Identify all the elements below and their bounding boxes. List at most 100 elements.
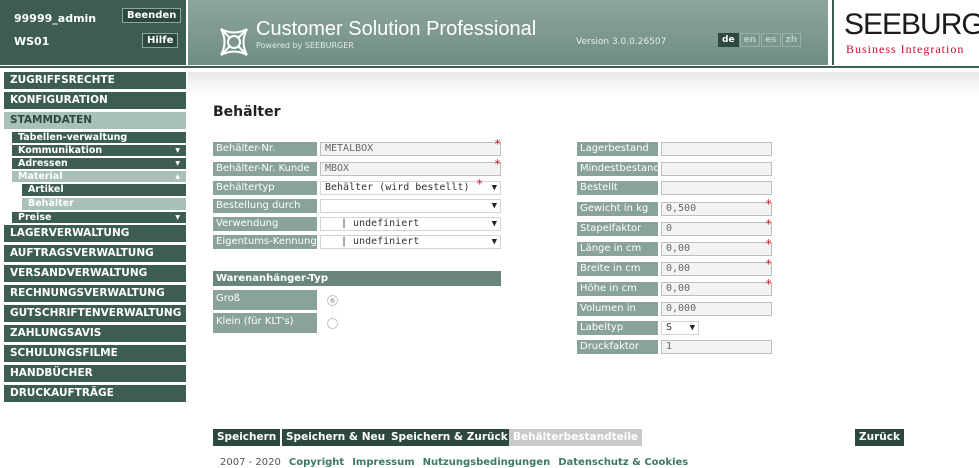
- lagerbestand-field[interactable]: [661, 142, 772, 156]
- link-copyright[interactable]: Copyright: [289, 457, 344, 468]
- help-button[interactable]: Hilfe: [142, 33, 179, 48]
- breite-field[interactable]: 0,00 *: [661, 258, 772, 276]
- chevron-down-icon: ▼: [491, 201, 497, 211]
- label-klein: Klein (für KLT's): [213, 313, 317, 333]
- brand-logo: SEEBURGER Business Integration: [832, 0, 979, 65]
- required-marker: *: [765, 217, 773, 231]
- verwendung-select[interactable]: | undefiniert ▼: [320, 217, 501, 231]
- label-verwendung: Verwendung: [213, 217, 317, 231]
- link-datenschutz[interactable]: Datenschutz & Cookies: [558, 457, 688, 468]
- chevron-up-icon: ▴: [175, 171, 180, 182]
- radio-gross[interactable]: [327, 295, 338, 306]
- sidebar-nav: ZUGRIFFSRECHTE KONFIGURATION STAMMDATEN …: [4, 72, 186, 405]
- required-marker: *: [494, 137, 502, 151]
- label-behaelter-nr: Behälter-Nr.: [213, 142, 317, 156]
- chevron-down-icon: ▾: [175, 158, 180, 169]
- link-impressum[interactable]: Impressum: [352, 457, 414, 468]
- nav-tabellenverwaltung[interactable]: Tabellen-verwaltung: [12, 132, 186, 143]
- components-button[interactable]: Behälterbestandteile: [509, 429, 643, 446]
- mindestbestand-field[interactable]: [661, 162, 772, 176]
- nav-rechnungsverwaltung[interactable]: RECHNUNGSVERWALTUNG: [4, 285, 186, 302]
- nav-schulungsfilme[interactable]: SCHULUNGSFILME: [4, 345, 186, 362]
- label-breite: Breite in cm: [577, 262, 658, 276]
- version-label: Version 3.0.0.26507: [576, 37, 667, 47]
- nav-material[interactable]: Material ▴: [12, 171, 186, 182]
- header-divider: [0, 66, 979, 68]
- label-bestellt: Bestellt: [577, 181, 658, 195]
- lang-es[interactable]: es: [761, 33, 781, 47]
- lang-de[interactable]: de: [718, 33, 739, 47]
- save-button[interactable]: Speichern: [213, 429, 281, 446]
- radio-klein[interactable]: [327, 318, 338, 329]
- required-marker: *: [765, 277, 773, 291]
- gewicht-field[interactable]: 0,500 *: [661, 198, 772, 216]
- copyright-years: 2007 - 2020: [220, 457, 281, 468]
- behaelter-nr-field[interactable]: METALBOX *: [320, 138, 501, 156]
- label-druckfaktor: Druckfaktor: [577, 340, 658, 354]
- nav-kommunikation[interactable]: Kommunikation ▾: [12, 145, 186, 156]
- lang-en[interactable]: en: [739, 33, 761, 47]
- app-logo-icon: [220, 28, 248, 56]
- label-gewicht: Gewicht in kg: [577, 202, 658, 216]
- chevron-down-icon: ▼: [689, 323, 695, 333]
- nav-zahlungsavis[interactable]: ZAHLUNGSAVIS: [4, 325, 186, 342]
- lang-zh[interactable]: zh: [781, 33, 802, 47]
- druckfaktor-field[interactable]: 1: [661, 340, 772, 354]
- nav-behaelter[interactable]: Behälter: [22, 198, 186, 210]
- brand-name: SEEBURGER: [844, 8, 979, 41]
- stapelfaktor-field[interactable]: 0 *: [661, 218, 772, 236]
- nav-artikel[interactable]: Artikel: [22, 184, 186, 196]
- laenge-field[interactable]: 0,00 *: [661, 238, 772, 256]
- chevron-down-icon: ▾: [175, 212, 180, 223]
- label-behaelter-nr-kunde: Behälter-Nr. Kunde: [213, 162, 317, 176]
- required-marker: *: [765, 237, 773, 251]
- app-title: Customer Solution Professional: [256, 18, 537, 40]
- label-eigentums-kennung: Eigentums-Kennung: [213, 235, 317, 249]
- required-marker: *: [476, 177, 484, 191]
- label-lagerbestand: Lagerbestand: [577, 142, 658, 156]
- nav-versandverwaltung[interactable]: VERSANDVERWALTUNG: [4, 265, 186, 282]
- label-stapelfaktor: Stapelfaktor: [577, 222, 658, 236]
- workstation: WS01: [14, 35, 50, 48]
- language-switcher: de en es zh: [718, 32, 802, 47]
- nav-zugriffsrechte[interactable]: ZUGRIFFSRECHTE: [4, 72, 186, 89]
- label-labeltyp: Labeltyp: [577, 321, 658, 335]
- save-new-button[interactable]: Speichern & Neu: [282, 429, 390, 446]
- content-top-shade: [188, 72, 979, 94]
- nav-konfiguration[interactable]: KONFIGURATION: [4, 92, 186, 109]
- chevron-down-icon: ▼: [491, 237, 497, 247]
- required-marker: *: [765, 257, 773, 271]
- behaelter-nr-kunde-field[interactable]: MBOX *: [320, 158, 501, 176]
- nav-druckauftraege[interactable]: DRUCKAUFTRÄGE: [4, 385, 186, 402]
- back-button[interactable]: Zurück: [855, 429, 904, 446]
- bestellung-durch-select[interactable]: ▼: [320, 199, 501, 213]
- nav-adressen[interactable]: Adressen ▾: [12, 158, 186, 169]
- nav-preise[interactable]: Preise ▾: [12, 212, 186, 223]
- nav-gutschriftenverwaltung[interactable]: GUTSCHRIFTENVERWALTUNG: [4, 305, 186, 322]
- warenanhaenger-section-title: Warenanhänger-Typ: [213, 271, 501, 286]
- quit-button[interactable]: Beenden: [122, 8, 182, 23]
- volumen-field[interactable]: 0,000: [661, 302, 772, 316]
- label-mindestbestand: Mindestbestand: [577, 162, 660, 176]
- brand-tagline: Business Integration: [846, 42, 965, 56]
- bestellt-field[interactable]: [661, 181, 772, 195]
- behaeltertyp-select[interactable]: Behälter (wird bestellt) * ▼: [320, 177, 501, 195]
- footer: 2007 - 2020 Copyright Impressum Nutzungsbed…: [220, 457, 688, 468]
- label-laenge: Länge in cm: [577, 242, 658, 256]
- hoehe-field[interactable]: 0,00 *: [661, 278, 772, 296]
- link-nutzungsbedingungen[interactable]: Nutzungsbedingungen: [423, 457, 551, 468]
- eigentums-kennung-select[interactable]: | undefiniert ▼: [320, 235, 501, 249]
- user-panel: 99999_admin WS01 Beenden Hilfe: [0, 0, 186, 65]
- nav-auftragsverwaltung[interactable]: AUFTRAGSVERWALTUNG: [4, 245, 186, 262]
- app-subtitle: Powered by SEEBURGER: [256, 41, 354, 50]
- label-behaeltertyp: Behältertyp: [213, 181, 317, 195]
- required-marker: *: [765, 197, 773, 211]
- nav-stammdaten[interactable]: STAMMDATEN: [4, 112, 186, 129]
- label-volumen: Volumen in ccm: [577, 302, 658, 328]
- label-bestellung-durch: Bestellung durch: [213, 199, 317, 213]
- save-back-button[interactable]: Speichern & Zurück: [387, 429, 512, 446]
- labeltyp-select[interactable]: S ▼: [661, 321, 699, 335]
- nav-lagerverwaltung[interactable]: LAGERVERWALTUNG: [4, 225, 186, 242]
- chevron-down-icon: ▼: [491, 219, 497, 229]
- nav-handbuecher[interactable]: HANDBÜCHER: [4, 365, 186, 382]
